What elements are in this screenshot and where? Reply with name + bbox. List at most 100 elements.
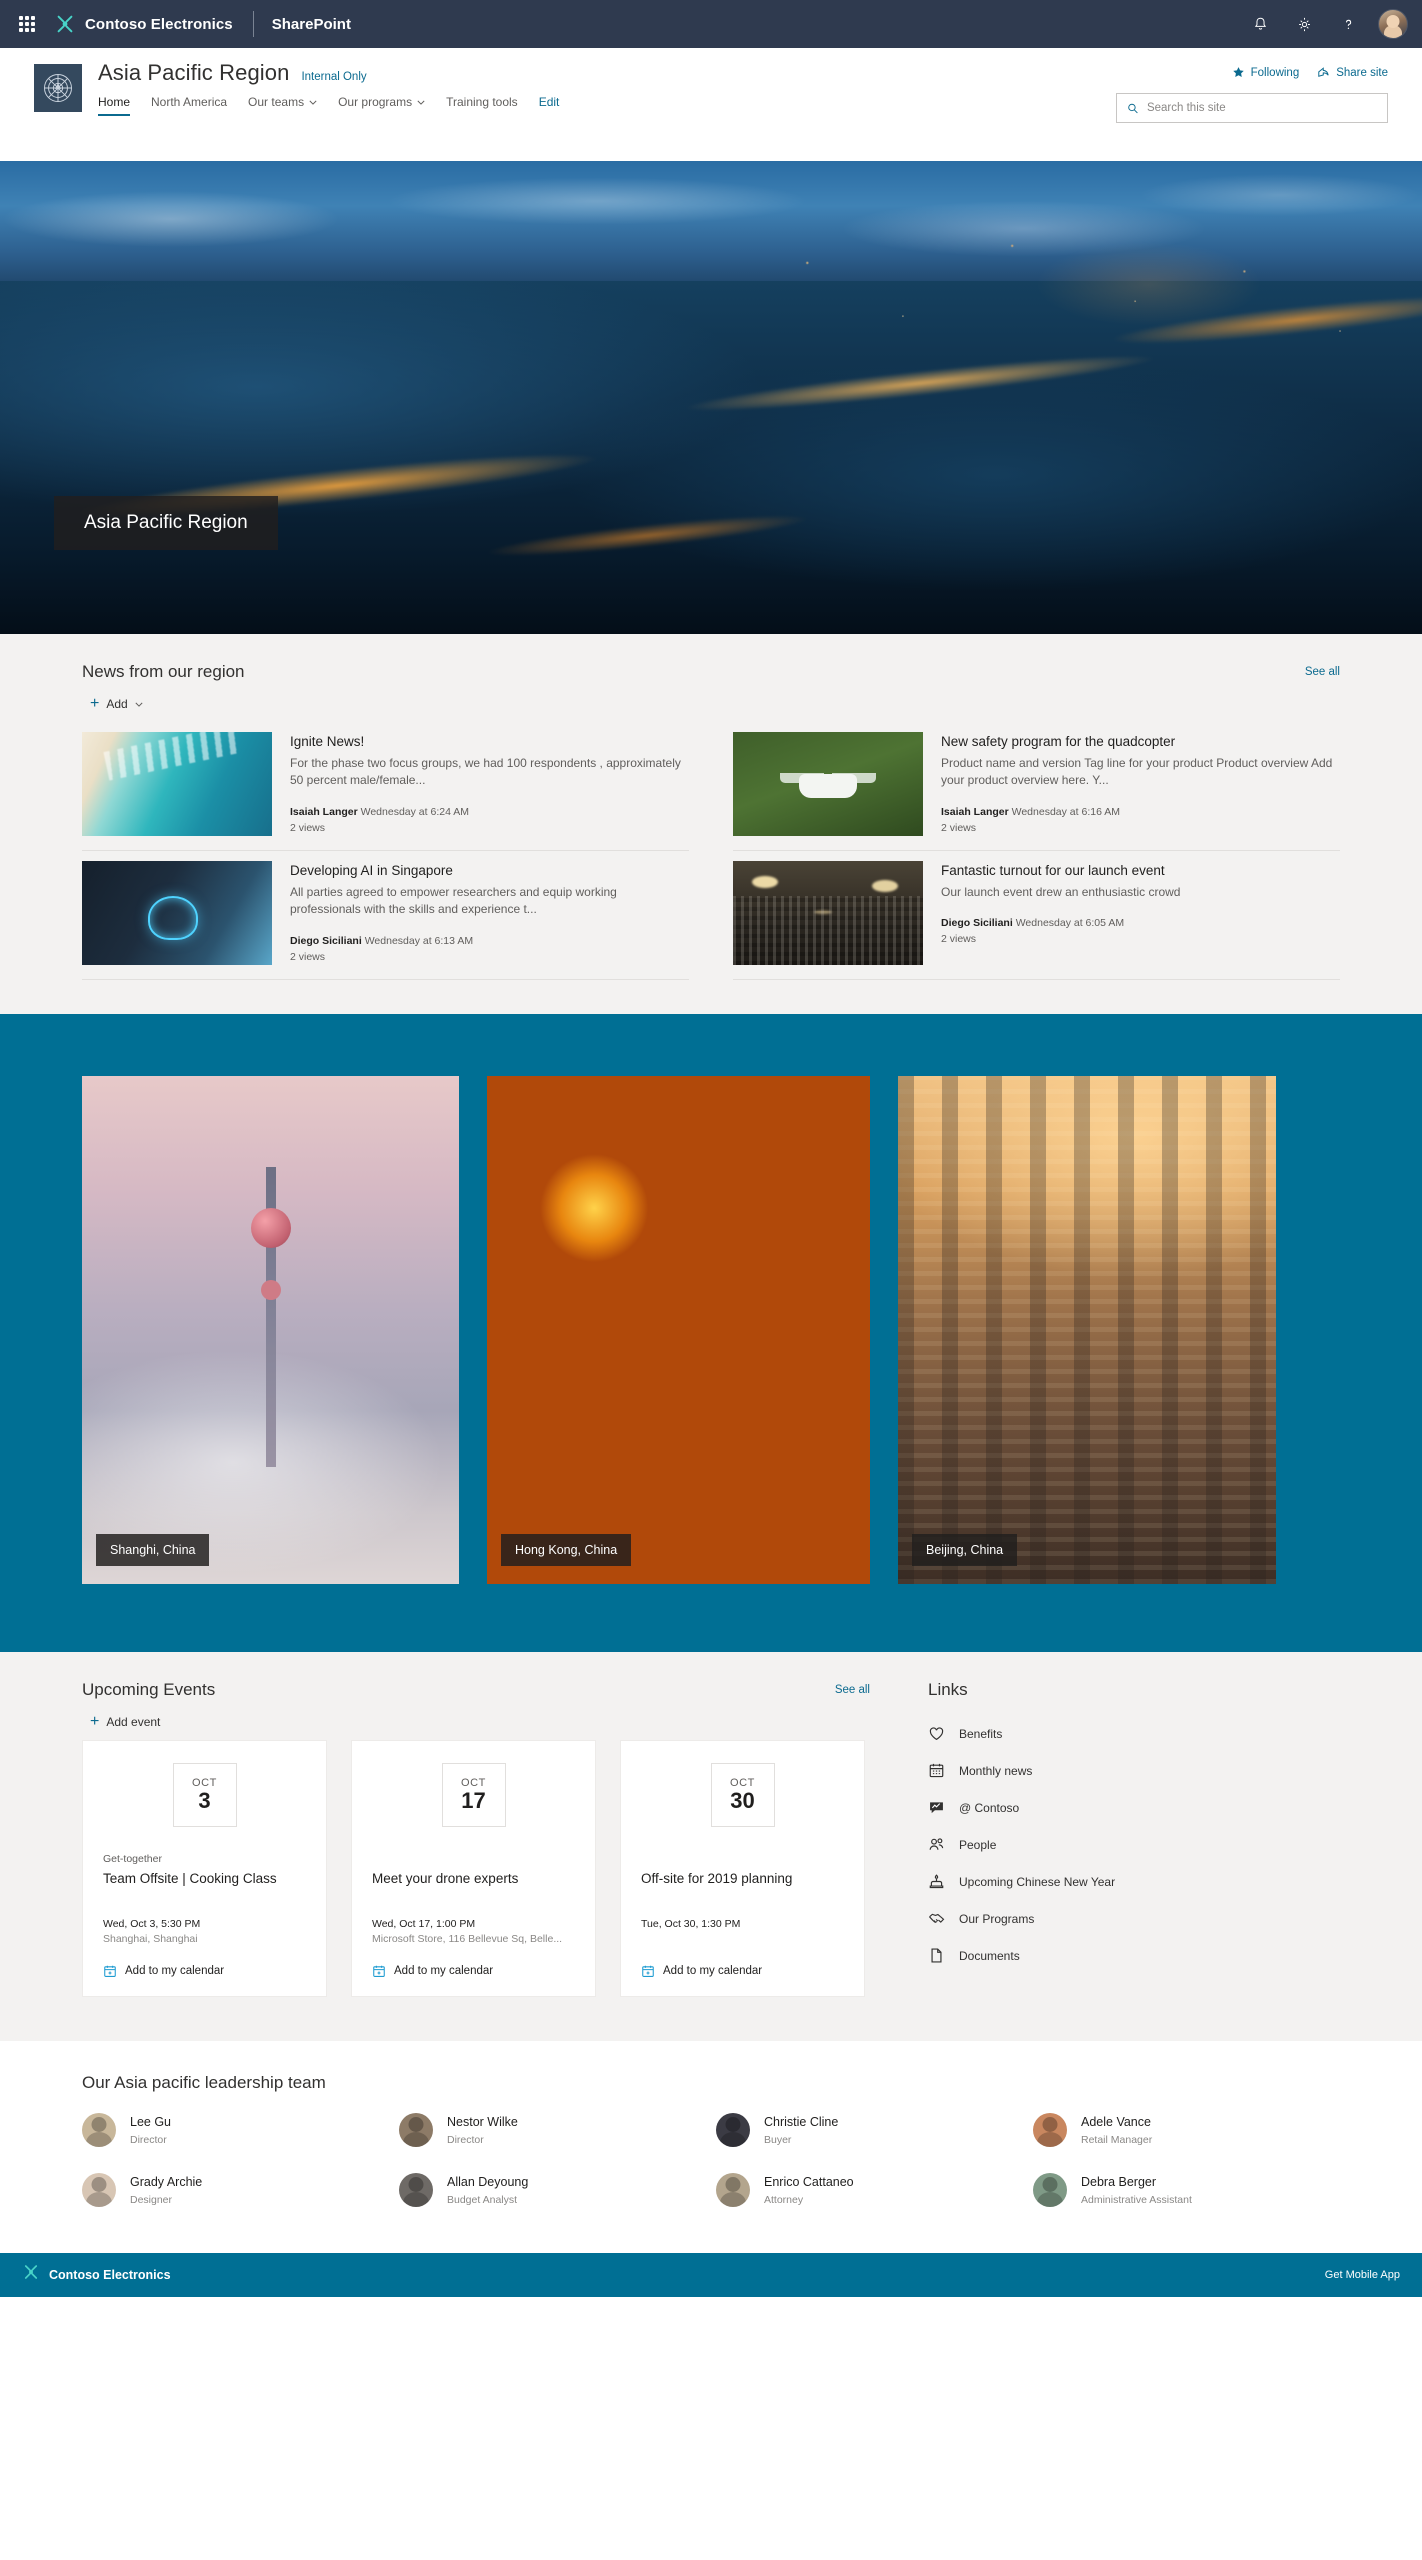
nav-item-edit[interactable]: Edit (539, 95, 560, 116)
nav-item-north-america[interactable]: North America (151, 95, 227, 116)
person-card[interactable]: Allan Deyoung Budget Analyst (399, 2172, 706, 2207)
link-item-our-programs[interactable]: Our Programs (928, 1905, 1324, 1932)
events-column: Upcoming Events See all + Add event OCT … (82, 1680, 894, 1997)
event-location: Microsoft Store, 116 Bellevue Sq, Belle.… (372, 1932, 563, 1945)
add-event-button[interactable]: + Add event (90, 1714, 894, 1730)
heart-icon (928, 1725, 945, 1742)
person-card[interactable]: Nestor Wilke Director (399, 2112, 706, 2147)
site-header: Asia Pacific Region Internal Only Home N… (0, 48, 1422, 161)
news-author: Isaiah Langer (941, 805, 1009, 818)
add-to-calendar-button[interactable]: Add to my calendar (641, 1964, 844, 1978)
event-when: Tue, Oct 30, 1:30 PM (641, 1917, 741, 1930)
links-list: Benefits Monthly news @ Contoso People U… (928, 1720, 1324, 1969)
event-card[interactable]: OCT 3 Get-together Team Offsite | Cookin… (82, 1740, 327, 1997)
event-day: 3 (198, 1787, 211, 1813)
person-name: Debra Berger (1081, 2175, 1157, 2190)
person-card[interactable]: Debra Berger Administrative Assistant (1033, 2172, 1340, 2207)
gallery-card[interactable]: Shanghi, China (82, 1076, 459, 1584)
help-question-icon[interactable] (1328, 4, 1368, 44)
nav-item-our-teams[interactable]: Our teams (248, 95, 317, 116)
nav-item-our-programs[interactable]: Our programs (338, 95, 425, 116)
suite-brand[interactable]: Contoso Electronics (54, 13, 233, 35)
person-card[interactable]: Grady Archie Designer (82, 2172, 389, 2207)
news-card[interactable]: Developing AI in Singapore All parties a… (82, 851, 689, 980)
link-item-at-contoso[interactable]: @ Contoso (928, 1794, 1324, 1821)
add-to-calendar-label: Add to my calendar (663, 1964, 763, 1977)
event-category: Get-together (103, 1853, 162, 1865)
events-see-all-link[interactable]: See all (835, 1684, 870, 1696)
person-card[interactable]: Lee Gu Director (82, 2112, 389, 2147)
news-meta: Diego Siciliani Wednesday at 6:05 AM (941, 917, 1340, 929)
gallery-caption: Shanghi, China (96, 1534, 210, 1566)
avatar (716, 2112, 750, 2147)
add-to-calendar-button[interactable]: Add to my calendar (103, 1964, 306, 1978)
news-add-button[interactable]: + Add (90, 696, 1340, 712)
notification-bell-icon[interactable] (1240, 4, 1280, 44)
person-card[interactable]: Adele Vance Retail Manager (1033, 2112, 1340, 2147)
link-item-benefits[interactable]: Benefits (928, 1720, 1324, 1747)
link-item-documents[interactable]: Documents (928, 1942, 1324, 1969)
news-author: Isaiah Langer (290, 805, 358, 818)
settings-gear-icon[interactable] (1284, 4, 1324, 44)
news-title: Ignite News! (290, 734, 365, 749)
suite-divider (252, 11, 254, 37)
search-box[interactable] (1116, 93, 1388, 123)
news-meta: Isaiah Langer Wednesday at 6:16 AM (941, 806, 1340, 818)
plus-icon: + (90, 695, 100, 712)
link-label: Benefits (959, 1726, 1003, 1741)
news-thumbnail (82, 861, 272, 965)
event-when: Wed, Oct 3, 5:30 PM (103, 1917, 201, 1930)
link-label: People (959, 1837, 997, 1852)
nav-label: Our teams (248, 95, 305, 109)
get-mobile-app-link[interactable]: Get Mobile App (1325, 2269, 1400, 2281)
news-card[interactable]: Fantastic turnout for our launch event O… (733, 851, 1340, 980)
app-launcher-waffle-icon[interactable] (10, 9, 44, 39)
footer-brand[interactable]: Contoso Electronics (22, 2263, 171, 2286)
news-description: Our launch event drew an enthusiastic cr… (941, 885, 1181, 899)
news-card[interactable]: New safety program for the quadcopter Pr… (733, 722, 1340, 851)
link-item-people[interactable]: People (928, 1831, 1324, 1858)
nav-item-home[interactable]: Home (98, 95, 131, 116)
suite-app-label[interactable]: SharePoint (272, 16, 351, 33)
event-card[interactable]: OCT 17 Meet your drone experts Wed, Oct … (351, 1740, 596, 1997)
nav-item-training-tools[interactable]: Training tools (446, 95, 518, 116)
nav-label: North America (151, 95, 228, 109)
share-site-label: Share site (1336, 66, 1388, 79)
gallery-card[interactable]: Beijing, China (898, 1076, 1276, 1584)
news-see-all-link[interactable]: See all (1305, 666, 1340, 678)
news-thumbnail (733, 861, 923, 965)
site-classification-badge: Internal Only (301, 71, 367, 83)
news-card[interactable]: Ignite News! For the phase two focus gro… (82, 722, 689, 851)
site-navigation: Home North America Our teams Our program… (98, 95, 559, 116)
news-title: Fantastic turnout for our launch event (941, 863, 1165, 878)
link-item-monthly-news[interactable]: Monthly news (928, 1757, 1324, 1784)
add-to-calendar-button[interactable]: Add to my calendar (372, 1964, 575, 1978)
site-logo-icon[interactable] (34, 64, 82, 112)
add-event-label: Add event (106, 1715, 161, 1729)
news-description: All parties agreed to empower researcher… (290, 885, 617, 917)
person-role: Retail Manager (1081, 2134, 1153, 2147)
site-footer: Contoso Electronics Get Mobile App (0, 2252, 1422, 2297)
share-site-button[interactable]: Share site (1317, 66, 1388, 79)
following-button[interactable]: Following (1232, 66, 1299, 79)
gallery-card[interactable]: Hong Kong, China (487, 1076, 870, 1584)
event-day: 17 (461, 1787, 486, 1813)
document-icon (928, 1947, 945, 1964)
search-input[interactable] (1146, 102, 1377, 114)
person-name: Grady Archie (130, 2175, 203, 2190)
person-name: Allan Deyoung (447, 2175, 529, 2190)
person-card[interactable]: Enrico Cattaneo Attorney (716, 2172, 1023, 2207)
news-title: New safety program for the quadcopter (941, 734, 1176, 749)
event-location (641, 1933, 844, 1946)
event-card[interactable]: OCT 30 Off-site for 2019 planning Tue, O… (620, 1740, 865, 1997)
person-name: Lee Gu (130, 2115, 172, 2130)
news-grid: Ignite News! For the phase two focus gro… (82, 722, 1340, 980)
gallery-image (898, 1076, 1276, 1584)
person-card[interactable]: Christie Cline Buyer (716, 2112, 1023, 2147)
news-author: Diego Siciliani (941, 917, 1013, 930)
link-label: Documents (959, 1948, 1020, 1963)
person-role: Administrative Assistant (1081, 2194, 1192, 2207)
image-gallery-section: Shanghi, China Hong Kong, China Beijing,… (0, 1014, 1422, 1652)
user-avatar[interactable] (1378, 9, 1408, 39)
link-item-chinese-new-year[interactable]: Upcoming Chinese New Year (928, 1868, 1324, 1895)
